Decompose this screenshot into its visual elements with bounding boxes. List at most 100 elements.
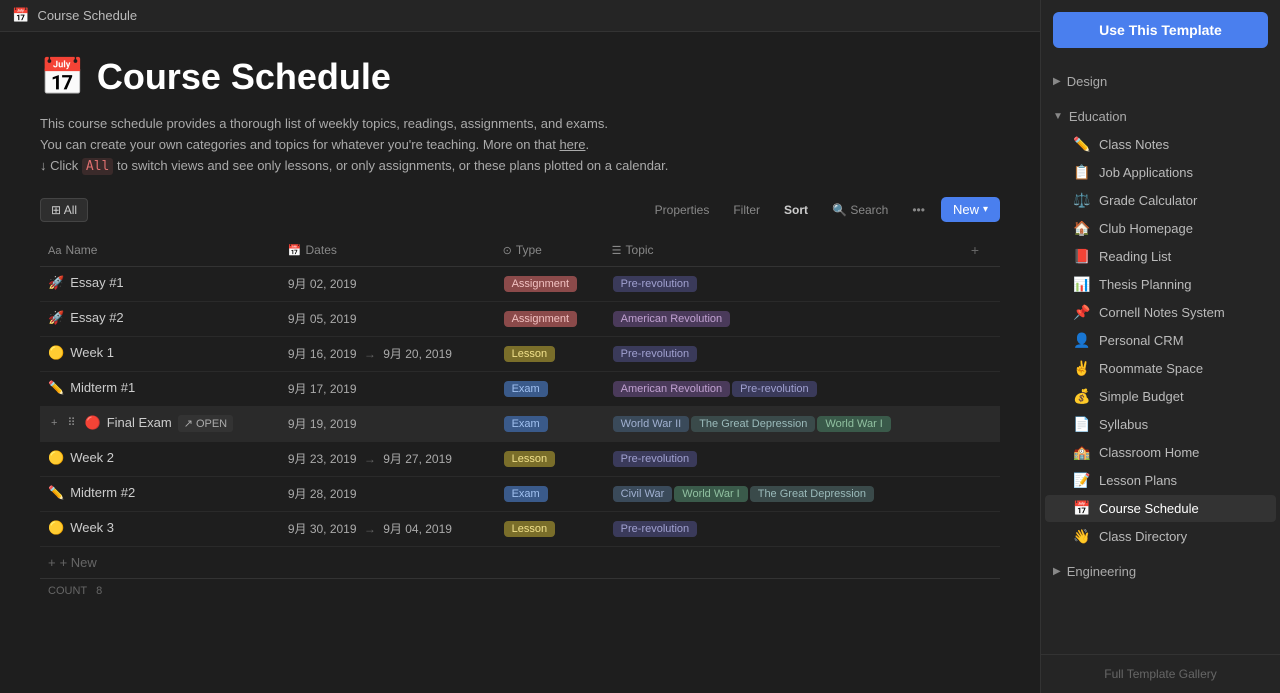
sidebar-item-cornell-notes-system[interactable]: 📌Cornell Notes System [1045,299,1276,326]
dates-cell: 9月 19, 2019 [280,407,495,442]
topic-tag: Pre-revolution [613,451,697,467]
add-row-button[interactable]: + + New [40,547,1000,578]
desc-line3: ↓ Click [40,158,78,173]
row-name[interactable]: Essay #2 [70,310,123,325]
row-name[interactable]: Week 1 [70,345,114,360]
add-column-header[interactable]: + [957,234,1000,267]
name-cell: ✏️ Midterm #2 [40,477,280,512]
sidebar-item-club-homepage[interactable]: 🏠Club Homepage [1045,215,1276,242]
row-name[interactable]: Midterm #1 [70,380,135,395]
sort-button[interactable]: Sort [776,199,816,221]
type-tag: Exam [504,416,548,432]
row-icon: 🚀 [48,275,64,291]
new-button[interactable]: New ▾ [941,197,1000,222]
topics-cell: Pre-revolution [604,337,957,372]
data-table: AaName 📅Dates ⊙Type ☰Topic + 🚀 Essay #1 … [40,234,1000,603]
type-cell: Lesson [495,442,604,477]
open-button[interactable]: ↗ OPEN [178,415,233,432]
extra-cell [957,337,1000,372]
desc-line2: You can create your own categories and t… [40,137,556,152]
topic-tag: Pre-revolution [613,346,697,362]
sidebar-item-class-notes[interactable]: ✏️Class Notes [1045,131,1276,158]
sidebar-item-syllabus[interactable]: 📄Syllabus [1045,411,1276,438]
expand-icon: ▶ [1053,566,1061,577]
topic-tag: Civil War [613,486,673,502]
sidebar-item-class-directory[interactable]: 👋Class Directory [1045,523,1276,550]
add-row-label: + New [60,555,97,570]
topic-tag: World War I [674,486,747,502]
extra-cell [957,442,1000,477]
row-name[interactable]: Midterm #2 [70,485,135,500]
sidebar-section-header-education[interactable]: ▼Education [1041,103,1280,130]
sidebar-item-job-applications[interactable]: 📋Job Applications [1045,159,1276,186]
sidebar-section-design: ▶Design [1041,68,1280,95]
sidebar-item-thesis-planning[interactable]: 📊Thesis Planning [1045,271,1276,298]
sidebar-section-education: ▼Education✏️Class Notes📋Job Applications… [1041,103,1280,550]
name-cell: ✏️ Midterm #1 [40,372,280,407]
type-cell: Exam [495,477,604,512]
count-row: COUNT 8 [40,578,1000,603]
use-template-button[interactable]: Use This Template [1053,12,1268,48]
search-button[interactable]: 🔍 Search [824,199,896,221]
sidebar-footer[interactable]: Full Template Gallery [1041,654,1280,693]
sidebar-item-classroom-home[interactable]: 🏫Classroom Home [1045,439,1276,466]
sidebar-item-simple-budget[interactable]: 💰Simple Budget [1045,383,1276,410]
topics-cell: Pre-revolution [604,267,957,302]
sidebar-section-header-engineering[interactable]: ▶Engineering [1041,558,1280,585]
full-gallery-link[interactable]: Full Template Gallery [1104,667,1217,681]
sidebar-item-label: Class Directory [1099,529,1187,544]
topic-tag: American Revolution [613,311,731,327]
sidebar-item-roommate-space[interactable]: ✌️Roommate Space [1045,355,1276,382]
sidebar-item-reading-list[interactable]: 📕Reading List [1045,243,1276,270]
dates-cell: 9月 30, 2019 → 9月 04, 2019 [280,512,495,547]
toolbar: ⊞ All Properties Filter Sort 🔍 Search ••… [40,197,1000,222]
sidebar-section-header-design[interactable]: ▶Design [1041,68,1280,95]
row-name[interactable]: Essay #1 [70,275,123,290]
sidebar-item-label: Class Notes [1099,137,1169,152]
type-tag: Lesson [504,521,555,537]
desc-link[interactable]: here [559,137,585,152]
table-row: 🟡 Week 1 9月 16, 2019 → 9月 20, 2019 Lesso… [40,337,1000,372]
topic-tag: Pre-revolution [732,381,816,397]
dates-cell: 9月 17, 2019 [280,372,495,407]
row-icon: 🟡 [48,520,64,536]
more-button[interactable]: ••• [904,199,933,221]
sidebar-item-icon: 🏫 [1073,444,1091,461]
sidebar-item-course-schedule[interactable]: 📅Course Schedule [1045,495,1276,522]
type-tag: Exam [504,486,548,502]
row-name[interactable]: Week 3 [70,520,114,535]
sidebar-item-personal-crm[interactable]: 👤Personal CRM [1045,327,1276,354]
dates-cell: 9月 16, 2019 → 9月 20, 2019 [280,337,495,372]
row-name[interactable]: Week 2 [70,450,114,465]
page-title: Course Schedule [97,56,391,98]
sidebar-item-label: Lesson Plans [1099,473,1177,488]
extra-cell [957,477,1000,512]
type-tag: Assignment [504,311,577,327]
table-row: 🟡 Week 3 9月 30, 2019 → 9月 04, 2019 Lesso… [40,512,1000,547]
table-row: + ⠿ 🔴 Final Exam ↗ OPEN 9月 19, 2019 Exam… [40,407,1000,442]
add-row-before-button[interactable]: + [48,416,60,430]
view-all-button[interactable]: ⊞ All [40,198,88,222]
row-icon: 🟡 [48,345,64,361]
name-cell: 🟡 Week 3 [40,512,280,547]
new-arrow: ▾ [983,204,988,215]
topic-tag: Pre-revolution [613,276,697,292]
properties-button[interactable]: Properties [647,199,718,221]
type-cell: Lesson [495,337,604,372]
section-label: Education [1069,109,1127,124]
topics-cell: American Revolution [604,302,957,337]
dates-cell: 9月 23, 2019 → 9月 27, 2019 [280,442,495,477]
row-icon: 🚀 [48,310,64,326]
sidebar-item-grade-calculator[interactable]: ⚖️Grade Calculator [1045,187,1276,214]
row-icon: 🔴 [85,415,101,431]
extra-cell [957,267,1000,302]
row-icon: ✏️ [48,485,64,501]
drag-handle-button[interactable]: ⠿ [64,415,78,430]
sidebar-item-label: Thesis Planning [1099,277,1192,292]
table-row: 🚀 Essay #1 9月 02, 2019 Assignment Pre-re… [40,267,1000,302]
add-column-button[interactable]: + [965,240,985,260]
topic-tag: World War II [613,416,690,432]
filter-button[interactable]: Filter [725,199,768,221]
main-content: 📅 Course Schedule This course schedule p… [0,32,1040,693]
sidebar-item-lesson-plans[interactable]: 📝Lesson Plans [1045,467,1276,494]
